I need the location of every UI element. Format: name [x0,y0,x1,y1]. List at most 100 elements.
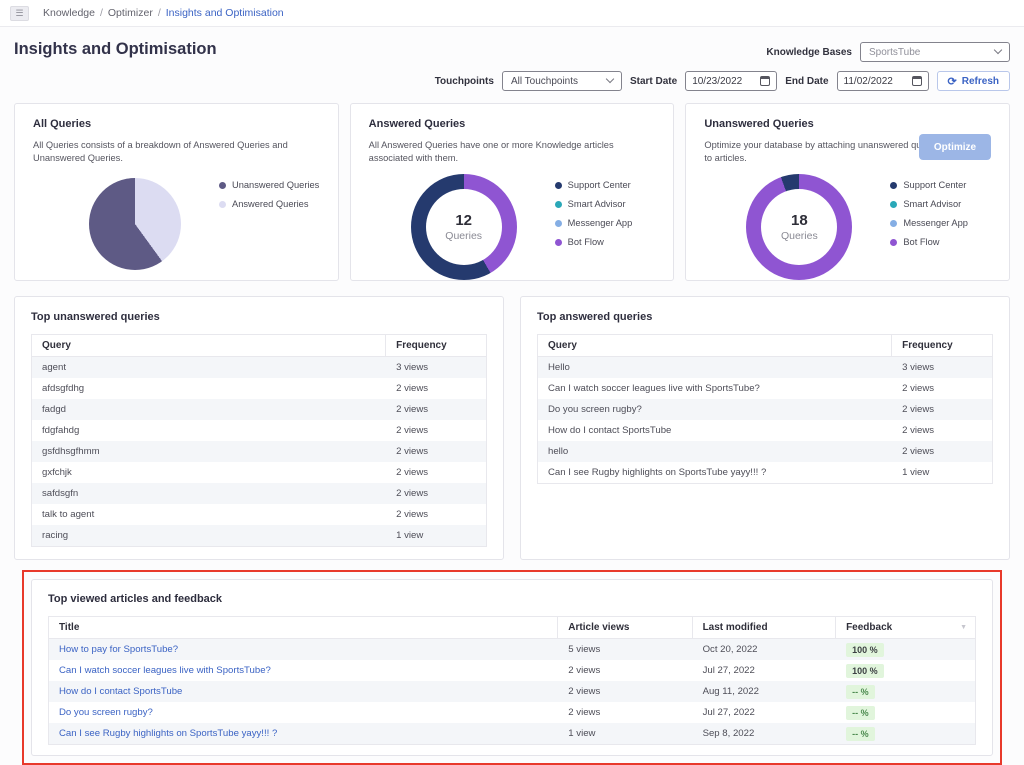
article-link[interactable]: Can I watch soccer leagues live with Spo… [59,665,271,676]
frequency-cell: 2 views [386,404,486,415]
table-row: Can I watch soccer leagues live with Spo… [49,660,975,681]
start-date-input[interactable]: 10/23/2022 [685,71,777,91]
feedback-badge: -- % [846,706,875,720]
feedback-badge: -- % [846,685,875,699]
donut-count-label: Queries [781,230,818,242]
table-row: How do I contact SportsTube2 views [538,420,992,441]
query-cell: racing [32,530,386,541]
legend-item: Messenger App [890,218,968,228]
sort-icon[interactable]: ▼ [960,624,967,631]
menu-icon[interactable]: ☰ [10,6,29,21]
column-header-frequency: Frequency [386,335,486,356]
column-header-last-modified: Last modified [693,617,837,638]
legend-label: Answered Queries [232,199,308,209]
feedback-cell: -- % [836,706,975,720]
frequency-cell: 2 views [892,425,992,436]
refresh-icon: ⟳ [948,75,957,88]
article-link[interactable]: How do I contact SportsTube [59,686,182,697]
last-modified-cell: Oct 20, 2022 [693,644,837,655]
table-header-row: Title Article views Last modified Feedba… [49,617,975,639]
card-description: All Queries consists of a breakdown of A… [33,139,320,165]
donut-count: 12 [455,212,472,229]
knowledge-bases-select[interactable]: SportsTube [860,42,1010,62]
calendar-icon[interactable] [912,76,922,86]
card-title: Unanswered Queries [704,118,991,130]
all-queries-pie-chart [89,178,181,270]
all-queries-card: All Queries All Queries consists of a br… [14,103,339,281]
end-date-value: 11/02/2022 [844,76,893,87]
touchpoints-select[interactable]: All Touchpoints [502,71,622,91]
legend-label: Bot Flow [903,237,939,247]
top-viewed-articles-card: Top viewed articles and feedback Title A… [31,579,993,756]
legend-label: Smart Advisor [903,199,961,209]
legend-dot-icon [890,201,897,208]
frequency-cell: 2 views [386,509,486,520]
refresh-button[interactable]: ⟳ Refresh [937,71,1010,91]
query-cell: How do I contact SportsTube [538,425,892,436]
card-title: Answered Queries [369,118,656,130]
table-row: agent3 views [32,357,486,378]
legend-label: Unanswered Queries [232,180,319,190]
knowledge-bases-label: Knowledge Bases [766,47,852,58]
legend-label: Support Center [903,180,966,190]
breadcrumb: Knowledge / Optimizer / Insights and Opt… [43,7,284,19]
legend-label: Messenger App [568,218,633,228]
last-modified-cell: Jul 27, 2022 [693,665,837,676]
end-date-input[interactable]: 11/02/2022 [837,71,929,91]
unanswered-queries-donut-chart: 18 Queries [746,174,852,280]
legend-label: Messenger App [903,218,968,228]
article-link[interactable]: Can I see Rugby highlights on SportsTube… [59,728,277,739]
frequency-cell: 2 views [386,383,486,394]
table-row: gsfdhsgfhmm2 views [32,441,486,462]
legend-dot-icon [219,182,226,189]
article-link[interactable]: Do you screen rugby? [59,707,153,718]
feedback-badge: 100 % [846,664,884,678]
query-cell: Do you screen rugby? [538,404,892,415]
frequency-cell: 2 views [892,404,992,415]
page-title: Insights and Optimisation [14,40,217,59]
table-row: fdgfahdg2 views [32,420,486,441]
table-row: How to pay for SportsTube?5 viewsOct 20,… [49,639,975,660]
query-cell: agent [32,362,386,373]
article-link[interactable]: How to pay for SportsTube? [59,644,178,655]
legend-item: Messenger App [555,218,633,228]
frequency-cell: 3 views [386,362,486,373]
table-row: Hello3 views [538,357,992,378]
legend-item: Answered Queries [219,199,319,209]
legend-label: Bot Flow [568,237,604,247]
table-row: Can I see Rugby highlights on SportsTube… [49,723,975,744]
legend-label: Smart Advisor [568,199,626,209]
query-cell: hello [538,446,892,457]
query-cell: fdgfahdg [32,425,386,436]
article-views-cell: 1 view [558,728,692,739]
table-title: Top unanswered queries [31,311,487,323]
table-row: talk to agent2 views [32,504,486,525]
feedback-cell: 100 % [836,664,975,678]
breadcrumb-separator: / [100,7,103,19]
table-row: Do you screen rugby?2 views [538,399,992,420]
start-date-label: Start Date [630,76,677,87]
breadcrumb-current[interactable]: Insights and Optimisation [166,7,284,19]
top-viewed-articles-table: Title Article views Last modified Feedba… [48,616,976,745]
legend-item: Support Center [890,180,968,190]
article-views-cell: 2 views [558,707,692,718]
article-title-cell: Do you screen rugby? [49,707,558,718]
chevron-down-icon [994,46,1002,54]
calendar-icon[interactable] [760,76,770,86]
knowledge-bases-value: SportsTube [869,47,920,58]
legend-dot-icon [219,201,226,208]
legend-dot-icon [555,220,562,227]
column-header-article-views: Article views [558,617,692,638]
column-header-feedback: Feedback ▼ [836,617,975,638]
optimize-button[interactable]: Optimize [919,134,991,160]
frequency-cell: 1 view [892,467,992,478]
refresh-label: Refresh [962,76,999,87]
table-row: How do I contact SportsTube2 viewsAug 11… [49,681,975,702]
last-modified-cell: Sep 8, 2022 [693,728,837,739]
legend-dot-icon [890,182,897,189]
annotation-box: Top viewed articles and feedback Title A… [22,570,1002,765]
legend-item: Unanswered Queries [219,180,319,190]
table-header-row: Query Frequency [32,335,486,357]
breadcrumb-optimizer[interactable]: Optimizer [108,7,153,19]
breadcrumb-knowledge[interactable]: Knowledge [43,7,95,19]
